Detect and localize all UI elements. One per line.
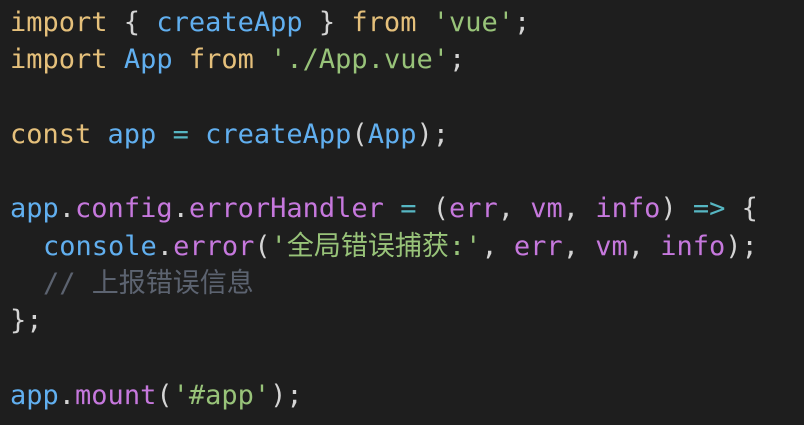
code-token: { <box>725 193 758 225</box>
code-line[interactable]: console.error('全局错误捕获:', err, vm, info); <box>10 228 804 265</box>
code-token: }; <box>10 305 43 337</box>
code-token: , <box>562 193 596 225</box>
code-token: , <box>497 193 531 225</box>
code-token: ); <box>725 230 758 262</box>
code-token: createApp <box>205 118 352 150</box>
code-line[interactable]: import App from './App.vue'; <box>10 41 804 78</box>
code-line[interactable]: app.config.errorHandler = (err, vm, info… <box>10 190 804 227</box>
code-token: ); <box>416 118 449 150</box>
code-token: mount <box>75 379 157 411</box>
code-line[interactable] <box>10 153 804 190</box>
code-token: 'vue' <box>432 7 514 38</box>
code-token: '全局错误捕获:' <box>270 230 482 262</box>
code-line[interactable]: const app = createApp(App); <box>10 116 804 153</box>
code-token: = <box>400 193 417 225</box>
code-token: ( <box>416 193 449 225</box>
code-token: . <box>58 379 76 411</box>
code-line[interactable]: // 上报错误信息 <box>10 265 804 302</box>
code-line[interactable]: }; <box>10 302 804 339</box>
code-token: vm <box>595 230 628 262</box>
code-line[interactable] <box>10 79 804 116</box>
code-token: // 上报错误信息 <box>43 268 254 300</box>
code-editor[interactable]: import { createApp } from 'vue'; import A… <box>0 0 804 425</box>
code-token: config <box>75 193 173 225</box>
code-token: error <box>173 230 255 262</box>
code-token: App <box>367 118 417 150</box>
code-token: from <box>351 7 417 38</box>
code-token: '#app' <box>172 379 271 411</box>
code-token: ( <box>351 118 368 150</box>
code-line[interactable] <box>10 340 804 377</box>
code-token: vm <box>530 193 563 225</box>
code-token: = <box>172 118 189 150</box>
code-token: , <box>481 230 514 262</box>
code-token: { <box>107 7 157 38</box>
code-token: from <box>188 44 254 76</box>
code-token: , <box>562 230 596 262</box>
code-token: . <box>156 230 174 262</box>
code-token: app <box>10 379 59 411</box>
code-token: ( <box>254 230 271 262</box>
code-token: errorHandler <box>188 193 384 225</box>
code-token: . <box>172 193 189 225</box>
code-token: ); <box>270 379 303 411</box>
code-token: } <box>302 7 352 38</box>
code-token: info <box>595 193 661 225</box>
code-token: . <box>58 193 76 225</box>
code-token: console <box>43 230 157 262</box>
code-token: import <box>10 7 108 38</box>
code-token: app <box>10 193 59 225</box>
code-token: info <box>660 230 726 262</box>
code-token: App <box>123 44 173 76</box>
code-token: const <box>10 118 92 150</box>
code-token: createApp <box>156 7 303 38</box>
code-token: err <box>448 193 498 225</box>
code-token: ; <box>514 7 531 38</box>
code-token: err <box>513 230 563 262</box>
code-token: ; <box>448 44 466 76</box>
code-token: => <box>692 193 726 225</box>
code-token: ( <box>156 379 173 411</box>
code-line[interactable]: import { createApp } from 'vue'; <box>10 4 804 41</box>
code-line[interactable]: app.mount('#app'); <box>10 377 804 414</box>
code-token: app <box>107 118 157 150</box>
code-token: './App.vue' <box>270 44 449 76</box>
code-token: , <box>627 230 661 262</box>
code-token: ) <box>660 193 693 225</box>
code-token: import <box>10 44 108 76</box>
